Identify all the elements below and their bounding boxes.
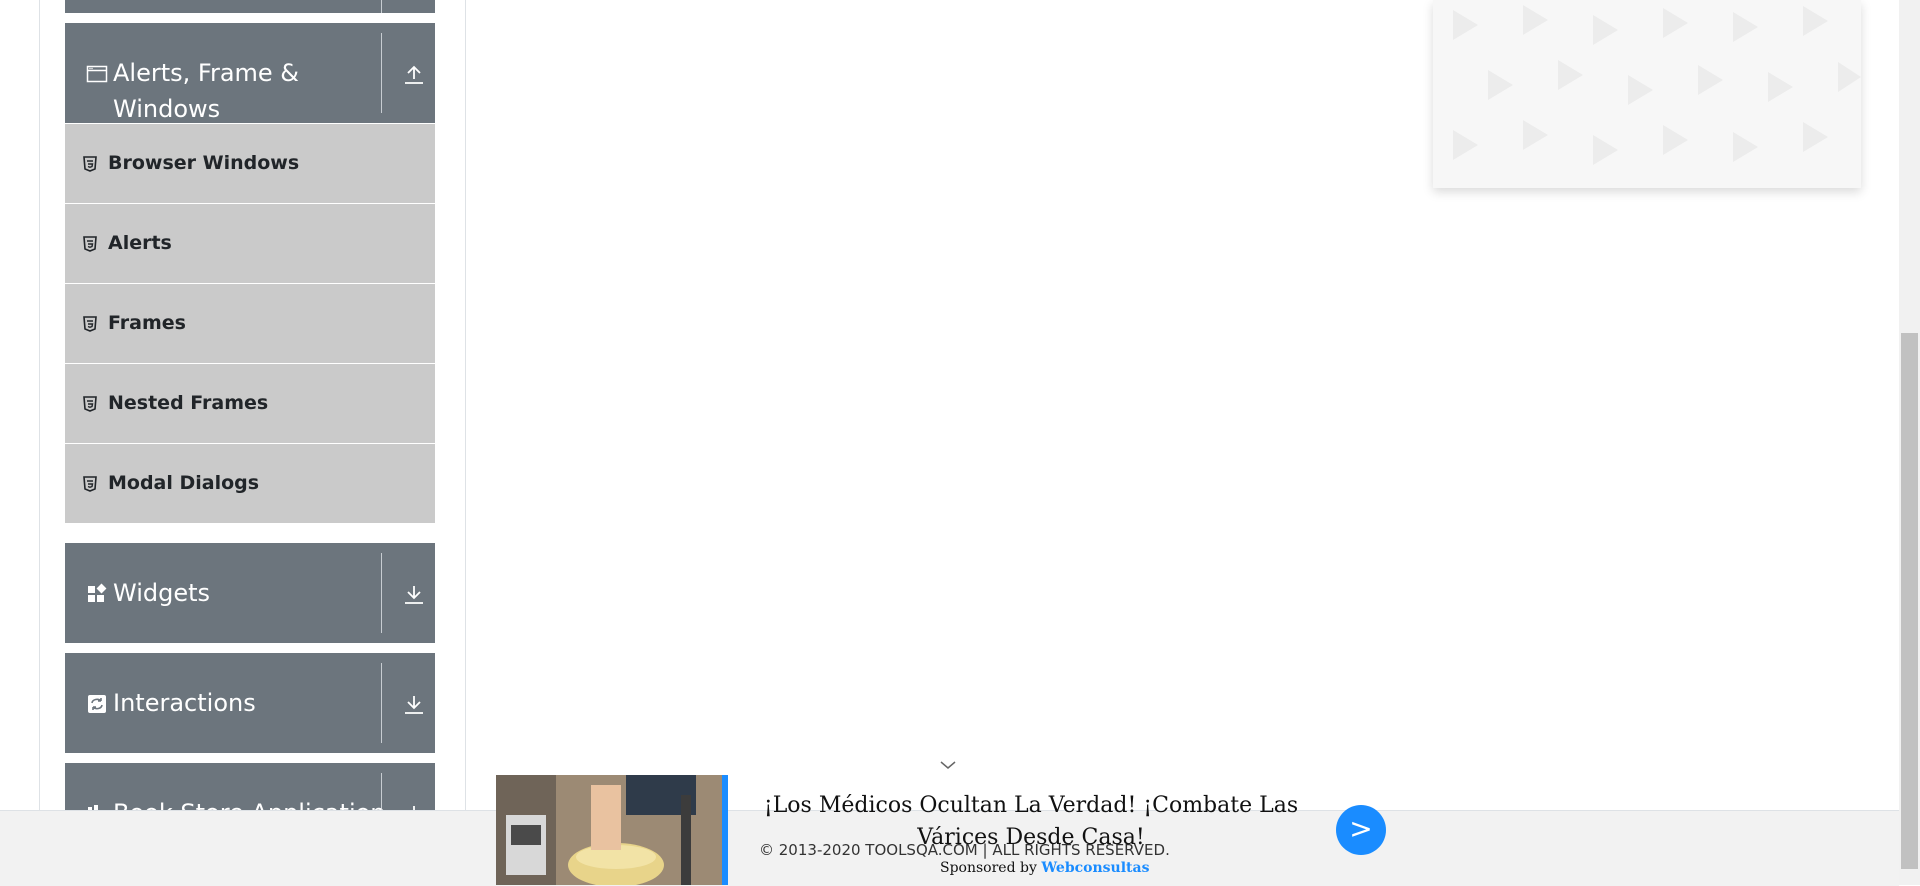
group-title: Book Store Application [113, 795, 386, 810]
html5-icon [83, 396, 97, 412]
menu-item-label: Modal Dialogs [108, 472, 260, 494]
ad-headline[interactable]: ¡Los Médicos Ocultan La Verdad! ¡Combate… [736, 790, 1326, 854]
bookstore-icon [88, 805, 98, 810]
decorative-pattern-tile [1433, 0, 1861, 188]
ad-accent-bar [722, 775, 728, 885]
menu-item-alerts[interactable]: Alerts [65, 203, 435, 283]
previous-group-header[interactable] [65, 0, 435, 13]
ad-image[interactable] [496, 775, 722, 885]
group-divider [381, 33, 382, 113]
widgets-icon [88, 583, 107, 602]
group-title: Widgets [113, 579, 211, 607]
group-divider [381, 0, 382, 13]
html5-icon [83, 236, 97, 252]
scrollbar-thumb[interactable] [1901, 333, 1918, 869]
expand-arrow-icon[interactable] [403, 693, 425, 715]
chevron-down-icon[interactable] [938, 758, 958, 772]
menu-item-label: Alerts [108, 232, 172, 254]
menu-item-label: Nested Frames [108, 392, 269, 414]
html5-icon [83, 476, 97, 492]
group-interactions[interactable]: Interactions [65, 653, 435, 753]
group-title: Interactions [113, 689, 256, 717]
menu-item-browser-windows[interactable]: Browser Windows [65, 123, 435, 203]
ad-go-button[interactable]: > [1336, 805, 1386, 855]
group-divider [381, 773, 382, 810]
expand-arrow-icon[interactable] [403, 583, 425, 605]
html5-icon [83, 156, 97, 172]
triangle-pattern [1453, 5, 1861, 165]
group-widgets[interactable]: Widgets [65, 543, 435, 643]
window-icon [86, 65, 108, 83]
expand-arrow-icon[interactable] [403, 803, 425, 810]
ad-sponsor-link[interactable]: Webconsultas [1041, 860, 1149, 876]
menu-item-label: Browser Windows [108, 152, 300, 174]
ad-photo-illustration [496, 775, 722, 885]
menu-item-label: Frames [108, 312, 186, 334]
html5-icon [83, 316, 97, 332]
group-book-store[interactable]: Book Store Application [65, 763, 435, 810]
collapse-arrow-icon[interactable] [403, 63, 425, 85]
group-title-line1: Alerts, Frame & [113, 59, 300, 87]
ad-sponsor: Sponsored by Webconsultas [940, 860, 1149, 876]
interactions-icon [88, 695, 106, 713]
ad-sponsor-prefix: Sponsored by [940, 860, 1037, 876]
group-divider [381, 553, 382, 633]
menu-item-nested-frames[interactable]: Nested Frames [65, 363, 435, 443]
group-title-line2: Windows [113, 95, 221, 123]
menu-item-frames[interactable]: Frames [65, 283, 435, 363]
ad-banner[interactable]: ¡Los Médicos Ocultan La Verdad! ¡Combate… [496, 775, 1396, 885]
group-alerts-frame-windows[interactable]: Alerts, Frame & Windows [65, 23, 435, 123]
group-divider [381, 663, 382, 743]
menu-item-modal-dialogs[interactable]: Modal Dialogs [65, 443, 435, 523]
